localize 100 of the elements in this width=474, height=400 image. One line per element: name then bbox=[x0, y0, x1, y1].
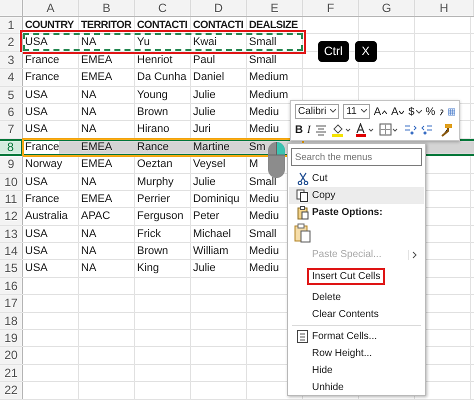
bold-button[interactable]: B bbox=[295, 124, 303, 136]
table-cell-text: NA bbox=[80, 244, 96, 260]
search-field[interactable]: Search the menus bbox=[291, 148, 422, 166]
table-cell-text: Young bbox=[136, 88, 168, 103]
table-cell-text: CONTACTI bbox=[192, 18, 244, 33]
column-header[interactable]: C bbox=[135, 0, 191, 16]
format-cells-icon bbox=[297, 330, 308, 343]
menu-item[interactable]: Copy bbox=[289, 187, 424, 204]
align-center-icon[interactable] bbox=[314, 124, 327, 136]
table-cell-text: M bbox=[248, 157, 258, 172]
table-cell-text: Mediu bbox=[248, 244, 279, 260]
row-header[interactable]: 13 bbox=[0, 226, 23, 242]
row-header[interactable]: 19 bbox=[0, 330, 23, 346]
row-header[interactable]: 20 bbox=[0, 347, 23, 364]
row-header[interactable]: 22 bbox=[0, 382, 23, 399]
caret-icon bbox=[330, 109, 336, 113]
table-cell-text: Brown bbox=[136, 244, 168, 260]
table-cell-text: Kwai bbox=[192, 35, 217, 50]
table-cell-text: King bbox=[136, 261, 160, 276]
table-cell-text: Murphy bbox=[136, 174, 174, 190]
table-cell-text: Oeztan bbox=[136, 157, 172, 172]
menu-item[interactable]: Unhide bbox=[289, 379, 424, 396]
decimal-decrease-icon[interactable] bbox=[420, 122, 435, 136]
column-header[interactable]: D bbox=[191, 0, 247, 16]
table-cell-text: Mediu bbox=[248, 122, 279, 138]
table-cell-text: Hirano bbox=[136, 122, 170, 138]
table-cell-text: Rance bbox=[136, 140, 169, 154]
decrease-font-button[interactable]: A bbox=[391, 106, 404, 118]
table-cell-text: USA bbox=[24, 226, 48, 242]
borders-icon[interactable] bbox=[378, 122, 399, 136]
keycap: X bbox=[354, 41, 377, 62]
font-color-icon[interactable] bbox=[354, 122, 375, 136]
row-header[interactable]: 16 bbox=[0, 278, 23, 294]
column-header[interactable]: F bbox=[303, 0, 359, 16]
table-cell-text: NA bbox=[80, 104, 96, 120]
column-header[interactable]: B bbox=[79, 0, 135, 16]
column-header[interactable]: E bbox=[247, 0, 303, 16]
row-header[interactable]: 15 bbox=[0, 260, 23, 277]
percent-button[interactable]: % bbox=[426, 106, 436, 118]
font-size-dropdown[interactable]: 11 bbox=[343, 104, 370, 119]
row-header[interactable]: 6 bbox=[0, 104, 23, 120]
row-header[interactable]: 8 bbox=[0, 140, 23, 154]
decimal-increase-icon[interactable] bbox=[402, 122, 417, 136]
table-cell-text: Julie bbox=[192, 88, 216, 103]
row-header[interactable]: 4 bbox=[0, 69, 23, 86]
row-header[interactable]: 11 bbox=[0, 190, 23, 208]
caret-icon bbox=[416, 110, 422, 114]
table-cell-text: Medium bbox=[248, 88, 288, 103]
row-header[interactable]: 3 bbox=[0, 52, 23, 68]
table-cell-text: Ferguson bbox=[136, 209, 184, 224]
table-cell-text: USA bbox=[24, 122, 48, 138]
row-header[interactable]: 10 bbox=[0, 174, 23, 190]
column-header[interactable]: A bbox=[23, 0, 79, 16]
menu-item[interactable]: Format Cells... bbox=[289, 328, 424, 345]
row-header[interactable]: 1 bbox=[0, 17, 23, 34]
row-header[interactable]: 7 bbox=[0, 121, 23, 138]
menu-item[interactable]: Delete bbox=[289, 289, 424, 306]
table-cell-text: Small bbox=[248, 35, 277, 50]
table-cell-text: Veysel bbox=[192, 157, 226, 172]
row-header[interactable]: 2 bbox=[0, 34, 23, 51]
row-header[interactable]: 14 bbox=[0, 243, 23, 260]
menu-item[interactable]: Cut bbox=[289, 170, 424, 187]
row-header[interactable]: 18 bbox=[0, 312, 23, 330]
row-header[interactable]: 12 bbox=[0, 208, 23, 225]
row-header[interactable]: 9 bbox=[0, 156, 23, 173]
mouse-icon bbox=[267, 141, 286, 179]
table-cell-text: Juri bbox=[192, 122, 211, 138]
menu-item[interactable]: Clear Contents bbox=[289, 306, 424, 323]
italic-button[interactable]: I bbox=[306, 124, 311, 136]
row-header[interactable]: 21 bbox=[0, 364, 23, 382]
font-name-dropdown[interactable]: Calibri bbox=[295, 104, 340, 119]
column-header[interactable]: G bbox=[359, 0, 415, 16]
table-cell-text: Julie bbox=[192, 104, 216, 120]
menu-item[interactable]: Hide bbox=[289, 362, 424, 379]
table-cell-text: Small bbox=[248, 226, 277, 242]
currency-button[interactable]: $ bbox=[408, 106, 422, 118]
paste-icon[interactable] bbox=[294, 223, 312, 243]
table-cell-text: DEALSIZE bbox=[248, 18, 298, 33]
menu-item[interactable]: Row Height... bbox=[289, 345, 424, 362]
row-header[interactable]: 17 bbox=[0, 295, 23, 312]
fill-color-icon[interactable] bbox=[330, 122, 351, 136]
caret-icon bbox=[360, 109, 367, 113]
format-painter-icon[interactable] bbox=[438, 122, 453, 136]
table-cell-text: EMEA bbox=[80, 140, 112, 154]
table-cell-text: Norway bbox=[24, 157, 62, 172]
menu-item[interactable]: Insert Cut Cells bbox=[289, 268, 424, 285]
increase-font-button[interactable]: A bbox=[374, 106, 388, 118]
table-cell-text: Julie bbox=[192, 174, 216, 190]
table-cell-text: COUNTRY bbox=[24, 18, 74, 33]
table-cell-text: USA bbox=[24, 174, 48, 190]
table-cell-text: Mediu bbox=[248, 192, 279, 207]
table-cell-text: NA bbox=[80, 261, 96, 276]
table-cell-text: Julie bbox=[192, 261, 216, 276]
table-cell-text: William bbox=[192, 244, 228, 260]
column-header[interactable]: H bbox=[415, 0, 474, 16]
table-cell-text: France bbox=[24, 52, 60, 68]
table-cell-text: Yu bbox=[136, 35, 150, 50]
table-cell-text: Small bbox=[248, 174, 277, 190]
table-cell-text: Daniel bbox=[192, 70, 224, 86]
row-header[interactable]: 5 bbox=[0, 86, 23, 103]
